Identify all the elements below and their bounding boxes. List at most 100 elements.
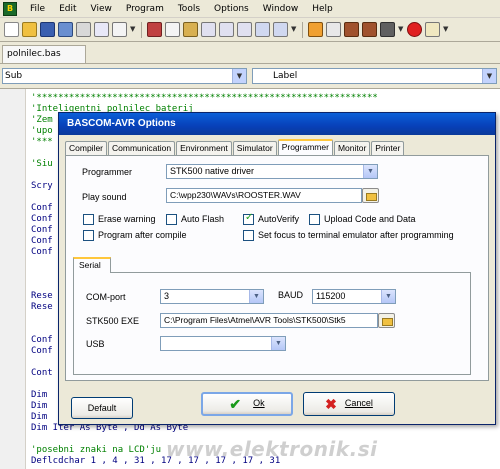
new-file-icon[interactable] [4,22,19,37]
paste-icon[interactable] [183,22,198,37]
ok-button-label: Ok [253,398,265,408]
copy-icon[interactable] [165,22,180,37]
bascom-logo-icon[interactable]: B [3,1,17,16]
code-line: Conf [31,335,53,345]
tab-strip: Compiler Communication Environment Simul… [65,139,405,155]
com-port-label: COM-port [86,292,126,302]
chevron-down-icon[interactable]: ▼ [443,22,449,37]
open-folder-icon[interactable] [22,22,37,37]
tab-printer[interactable]: Printer [371,141,405,155]
programmer-dropdown[interactable]: STK500 native driver ▼ [166,164,378,179]
chevron-down-icon[interactable]: ▼ [398,22,404,37]
check-syntax-icon[interactable] [326,22,341,37]
find-next-icon[interactable] [273,22,288,37]
cut-icon[interactable] [147,22,162,37]
tab-simulator[interactable]: Simulator [232,141,277,155]
browse-sound-button[interactable] [362,188,379,203]
save-icon[interactable] [40,22,55,37]
menu-tools[interactable]: Tools [171,0,207,18]
cancel-button-label: Cancel [344,398,373,408]
sub-dropdown[interactable]: Sub ▼ [2,68,247,84]
label-dropdown-value: Label [273,71,298,81]
undo-icon[interactable] [201,22,216,37]
baud-label: BAUD [278,290,304,300]
tab-serial[interactable]: Serial [73,257,111,273]
print-preview-icon[interactable] [94,22,109,37]
program-chip-icon[interactable] [344,22,359,37]
browse-stk500-button[interactable] [378,313,395,328]
set-focus-terminal-checkbox[interactable] [243,230,254,241]
serial-panel: COM-port 3 ▼ BAUD 115200 ▼ STK500 EXE C:… [73,272,471,375]
program-after-compile-checkbox[interactable] [83,230,94,241]
menu-window[interactable]: Window [256,0,306,18]
upload-code-data-checkbox[interactable] [309,214,320,225]
outdent-icon[interactable] [237,22,252,37]
menu-options[interactable]: Options [207,0,256,18]
ok-button[interactable]: ✔ Ok [201,392,293,416]
tab-environment[interactable]: Environment [176,141,232,155]
chevron-down-icon[interactable]: ▼ [482,69,496,83]
code-line: Conf [31,346,53,356]
default-button-label: Default [87,403,117,413]
save-as-icon[interactable] [58,22,73,37]
com-port-value: 3 [164,291,170,301]
chevron-down-icon[interactable]: ▼ [291,22,297,37]
serial-group: Serial COM-port 3 ▼ BAUD 115200 ▼ STK500… [73,257,471,375]
notes-icon[interactable] [425,22,440,37]
tab-communication[interactable]: Communication [108,141,176,155]
usb-dropdown[interactable]: ▼ [160,336,286,351]
code-line: '*** [31,137,53,147]
code-line: 'upo [31,126,53,136]
document-icon[interactable] [112,22,127,37]
toolbar: ▼ ▼ ▼ ▼ [0,18,500,42]
menu-view[interactable]: View [84,0,119,18]
file-tab[interactable]: polnilec.bas [2,45,86,63]
sub-dropdown-value: Sub [5,71,23,81]
code-line: Cont [31,368,53,378]
chevron-down-icon[interactable]: ▼ [381,290,395,303]
toolbar-separator [141,21,142,38]
compile-icon[interactable] [308,22,323,37]
chevron-down-icon[interactable]: ▼ [249,290,263,303]
com-port-dropdown[interactable]: 3 ▼ [160,289,264,304]
chevron-down-icon[interactable]: ▼ [363,165,377,178]
auto-flash-checkbox[interactable] [166,214,177,225]
code-line: 'posebni znaki na LCD'ju [31,445,162,455]
label-dropdown[interactable]: Label ▼ [252,68,497,84]
menu-program[interactable]: Program [119,0,171,18]
terminal-icon[interactable] [380,22,395,37]
find-icon[interactable] [255,22,270,37]
code-line: 'Zem [31,115,53,125]
tab-programmer[interactable]: Programmer [277,139,333,155]
indent-icon[interactable] [219,22,234,37]
editor-gutter [0,89,26,469]
auto-verify-checkbox[interactable] [243,212,254,225]
chevron-down-icon[interactable]: ▼ [232,69,246,83]
baud-value: 115200 [316,291,346,301]
code-line: Conf [31,203,53,213]
code-line: Scry [31,181,53,191]
chevron-down-icon[interactable]: ▼ [271,337,285,350]
usb-label: USB [86,339,105,349]
stk500-exe-field[interactable]: C:\Program Files\Atmel\AVR Tools\STK500\… [160,313,378,328]
dialog-title[interactable]: BASCOM-AVR Options [59,113,495,135]
default-button[interactable]: Default [71,397,133,419]
print-icon[interactable] [76,22,91,37]
menu-edit[interactable]: Edit [52,0,83,18]
code-line: Conf [31,247,53,257]
code-line: Conf [31,214,53,224]
tab-monitor[interactable]: Monitor [333,141,371,155]
code-line: Dim [31,401,48,411]
erase-warning-checkbox[interactable] [83,214,94,225]
cancel-button[interactable]: ✖ Cancel [303,392,395,416]
menu-help[interactable]: Help [305,0,340,18]
menu-file[interactable]: File [23,0,52,18]
baud-dropdown[interactable]: 115200 ▼ [312,289,396,304]
stop-icon[interactable] [407,22,422,37]
options-dialog: BASCOM-AVR Options Compiler Communicatio… [58,112,496,425]
play-sound-field[interactable]: C:\wpp230\WAVs\ROOSTER.WAV [166,188,362,203]
tab-compiler[interactable]: Compiler [65,141,108,155]
close-icon: ✖ [325,395,337,412]
chevron-down-icon[interactable]: ▼ [130,22,136,37]
chip-icon[interactable] [362,22,377,37]
